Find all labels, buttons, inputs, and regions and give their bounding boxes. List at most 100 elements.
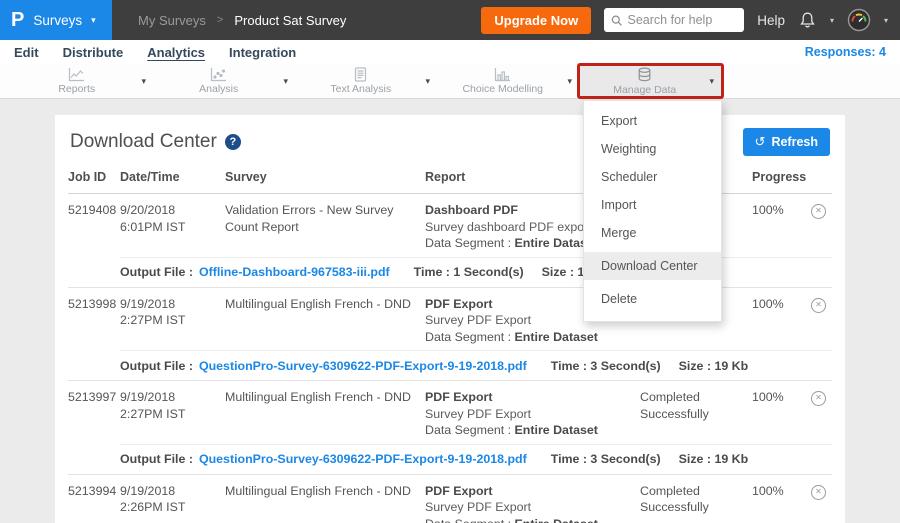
job-survey: Validation Errors - New Survey Count Rep…	[225, 202, 425, 252]
output-time: Time : 1 Second(s)	[414, 265, 524, 279]
toolbar-choice-modelling-main: Choice Modelling	[438, 64, 567, 98]
menu-item-scheduler[interactable]: Scheduler	[584, 163, 721, 191]
tab-edit[interactable]: Edit	[14, 45, 39, 60]
header-survey: Survey	[225, 170, 425, 184]
toolbar-label: Choice Modelling	[462, 83, 543, 95]
search-input[interactable]	[628, 13, 738, 27]
job-datetime: 9/19/2018 2:27PM IST	[120, 389, 225, 439]
job-datetime: 9/19/2018 2:27PM IST	[120, 296, 225, 346]
toolbar-label: Reports	[58, 83, 95, 95]
toolbar-analysis-main: Analysis	[154, 64, 283, 98]
chevron-down-icon[interactable]: ▾	[425, 76, 438, 87]
refresh-icon: ↺	[755, 134, 766, 150]
job-output-row: Output File : QuestionPro-Survey-6309622…	[120, 445, 832, 474]
text-document-icon	[352, 67, 369, 82]
table-row: 5213997 9/19/2018 2:27PM IST Multilingua…	[68, 381, 832, 475]
chevron-down-icon[interactable]: ▾	[141, 76, 154, 87]
download-center-card: Download Center ? ↺ Refresh Job ID Date/…	[55, 115, 845, 523]
data-segment: Data Segment : Entire Dataset	[425, 329, 630, 346]
cancel-job-icon[interactable]	[811, 485, 826, 500]
toolbar-text-analysis-main: Text Analysis	[296, 64, 425, 98]
notification-bell-icon[interactable]	[798, 11, 817, 30]
database-icon	[636, 67, 653, 83]
toolbar-item-text-analysis[interactable]: Text Analysis ▾	[296, 64, 438, 98]
refresh-label: Refresh	[771, 135, 818, 149]
user-gauge-avatar[interactable]	[847, 8, 871, 32]
job-id: 5219408	[68, 202, 120, 252]
header-progress: Progress	[752, 170, 804, 184]
chevron-down-icon[interactable]: ▾	[709, 76, 722, 87]
page-title: Download Center	[70, 131, 217, 153]
menu-item-export[interactable]: Export	[584, 107, 721, 135]
chevron-down-icon: ▾	[91, 15, 96, 26]
job-id: 5213997	[68, 389, 120, 439]
output-time: Time : 3 Second(s)	[551, 359, 661, 373]
help-link[interactable]: Help	[757, 13, 785, 28]
cancel-job-icon[interactable]	[811, 391, 826, 406]
survey-nav: Edit Distribute Analytics Integration Re…	[0, 40, 900, 64]
output-file-link[interactable]: QuestionPro-Survey-6309622-PDF-Export-9-…	[199, 452, 527, 466]
topbar: P Surveys ▾ My Surveys > Product Sat Sur…	[0, 0, 900, 40]
job-progress: 100%	[752, 202, 804, 252]
job-report: PDF Export Survey PDF Export Data Segmen…	[425, 389, 640, 439]
menu-item-download-center[interactable]: Download Center	[584, 252, 721, 280]
toolbar-label: Manage Data	[613, 84, 676, 96]
upgrade-now-button[interactable]: Upgrade Now	[481, 7, 591, 34]
tab-analytics[interactable]: Analytics	[147, 45, 205, 60]
job-main-row: 5213997 9/19/2018 2:27PM IST Multilingua…	[68, 381, 832, 444]
job-progress: 100%	[752, 296, 804, 346]
chevron-down-icon[interactable]: ▾	[567, 76, 580, 87]
tab-distribute[interactable]: Distribute	[63, 45, 124, 60]
questionpro-logo: P	[11, 10, 24, 30]
toolbar-item-analysis[interactable]: Analysis ▾	[154, 64, 296, 98]
job-output-row: Output File : QuestionPro-Survey-6309622…	[120, 351, 832, 380]
data-segment-label: Data Segment :	[425, 423, 515, 437]
responses-count: Responses: 4	[805, 45, 886, 59]
output-size: Size : 19 Kb	[679, 359, 749, 373]
toolbar-item-reports[interactable]: Reports ▾	[12, 64, 154, 98]
toolbar-item-manage-data[interactable]: Manage Data ▾	[580, 64, 722, 98]
topbar-right: Upgrade Now Help ▾ ▾	[481, 7, 900, 34]
report-description: Survey PDF Export	[425, 499, 630, 516]
table-row: 5213994 9/19/2018 2:26PM IST Multilingua…	[68, 475, 832, 523]
job-datetime: 9/19/2018 2:26PM IST	[120, 483, 225, 523]
toolbar-label: Text Analysis	[330, 83, 391, 95]
tab-integration[interactable]: Integration	[229, 45, 296, 60]
output-time: Time : 3 Second(s)	[551, 452, 661, 466]
cancel-job-icon[interactable]	[811, 204, 826, 219]
data-segment-value: Entire Dataset	[515, 517, 598, 523]
scatter-chart-icon	[210, 67, 227, 82]
surveys-product-menu[interactable]: P Surveys ▾	[0, 0, 112, 40]
output-file-link[interactable]: Offline-Dashboard-967583-iii.pdf	[199, 265, 390, 279]
chevron-down-icon[interactable]: ▾	[830, 16, 834, 25]
menu-item-merge[interactable]: Merge	[584, 219, 721, 247]
breadcrumb-current-survey: Product Sat Survey	[234, 13, 346, 28]
job-status: Completed Successfully	[640, 483, 752, 523]
header-date-time: Date/Time	[120, 170, 225, 184]
help-question-icon[interactable]: ?	[225, 134, 241, 150]
report-title: PDF Export	[425, 389, 630, 406]
output-file-label: Output File :	[120, 265, 193, 279]
output-size: Size : 19 Kb	[679, 452, 749, 466]
output-file-label: Output File :	[120, 452, 193, 466]
job-output-row: Output File : Offline-Dashboard-967583-i…	[120, 258, 832, 287]
breadcrumb-my-surveys[interactable]: My Surveys	[138, 13, 206, 28]
job-id: 5213998	[68, 296, 120, 346]
chevron-down-icon[interactable]: ▾	[283, 76, 296, 87]
bar-chart-icon	[494, 67, 511, 82]
header-actions-spacer	[804, 170, 832, 184]
job-status: Completed Successfully	[640, 389, 752, 439]
chevron-down-icon[interactable]: ▾	[884, 16, 888, 25]
cancel-job-icon[interactable]	[811, 298, 826, 313]
job-survey: Multilingual English French - DND	[225, 389, 425, 439]
report-title: PDF Export	[425, 483, 630, 500]
data-segment: Data Segment : Entire Dataset	[425, 422, 630, 439]
output-file-link[interactable]: QuestionPro-Survey-6309622-PDF-Export-9-…	[199, 359, 527, 373]
report-description: Survey PDF Export	[425, 406, 630, 423]
menu-item-import[interactable]: Import	[584, 191, 721, 219]
menu-item-delete[interactable]: Delete	[584, 285, 721, 313]
toolbar-item-choice-modelling[interactable]: Choice Modelling ▾	[438, 64, 580, 98]
refresh-button[interactable]: ↺ Refresh	[743, 128, 830, 156]
menu-item-weighting[interactable]: Weighting	[584, 135, 721, 163]
main-content: Download Center ? ↺ Refresh Job ID Date/…	[0, 99, 900, 523]
